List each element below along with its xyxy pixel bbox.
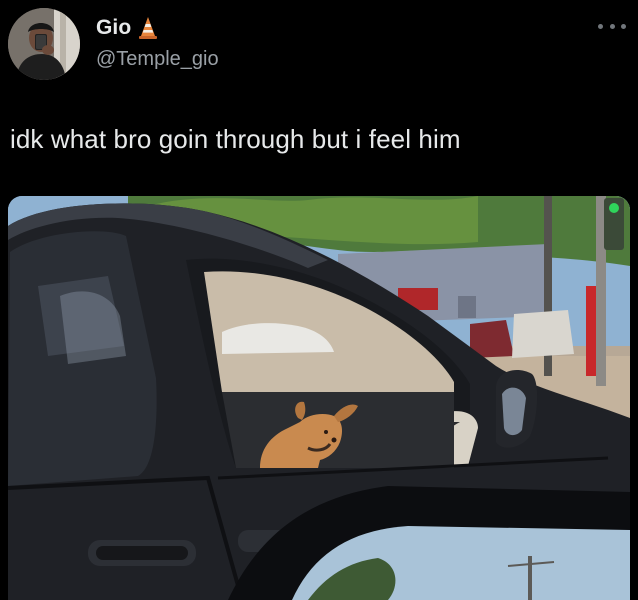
dog-in-car-photo [8,196,630,600]
traffic-cone-icon [138,16,158,40]
more-dot-icon [598,23,603,29]
more-options-button[interactable] [598,18,626,34]
more-dot-icon [621,23,626,29]
tweet-media-photo[interactable] [8,196,630,600]
author-avatar[interactable] [8,8,80,80]
author-display-name[interactable]: Gio [96,16,131,40]
more-dot-icon [609,23,615,29]
tweet-card: Gio @Temple_gio idk what bro goin throug… [0,0,638,600]
tweet-text: idk what bro goin through but i feel him [10,124,461,154]
author-name-row[interactable]: Gio [96,16,158,40]
author-handle[interactable]: @Temple_gio [96,48,219,71]
avatar-photo-icon [8,8,80,80]
